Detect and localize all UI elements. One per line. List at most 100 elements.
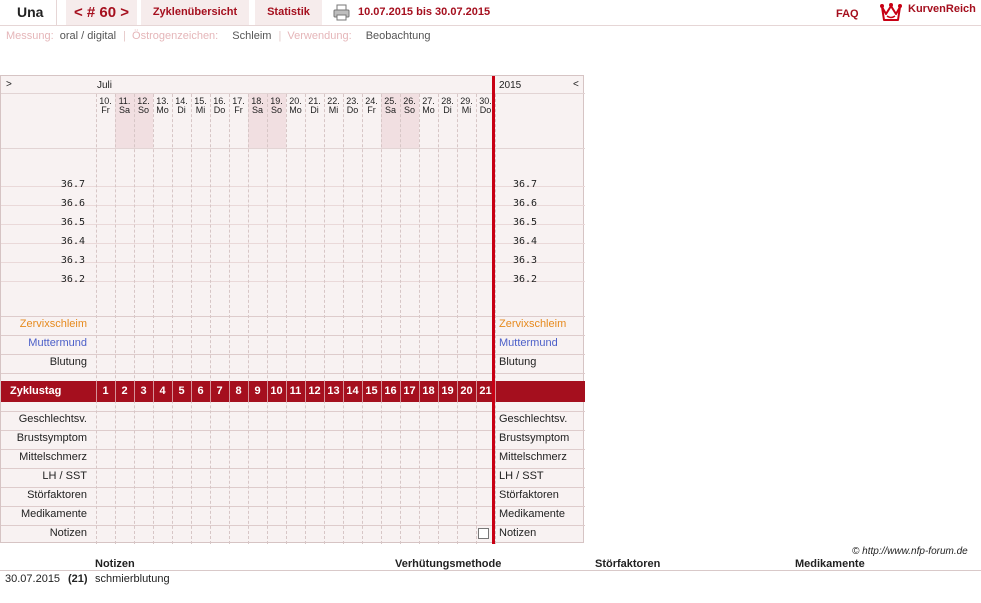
row-line [1,354,585,355]
day-label: 27. Mo [419,97,438,115]
logo-text[interactable]: KurvenReich [908,3,976,15]
row-line [1,373,585,374]
row-label-left: Störfaktoren [27,489,87,501]
day-weekday: Do [213,105,226,115]
chart-nav-right[interactable]: < [573,79,579,90]
year-label: 2015 [499,80,522,91]
day-grid-line [400,94,401,544]
zyklustag-cell: 7 [216,385,223,397]
day-grid-line [172,94,173,544]
measurement-settings: Messung: oral / digital | Östrogenzeiche… [6,30,435,42]
row-label-right: Geschlechtsv. [499,413,568,425]
column-medikamente: Medikamente [795,558,865,570]
row-label-right: Muttermund [499,337,558,349]
cycle-navigator[interactable]: < # 60 > [66,0,137,25]
day-weekday: Di [443,105,452,115]
note-cycle-day: (21) [68,573,88,585]
grid-line [1,148,585,149]
oestrogen-value: Schleim [232,30,272,42]
grid-line [1,93,585,94]
temp-grid-line [1,243,585,244]
day-label: 10. Fr [96,97,115,115]
day-label: 15. Mi [191,97,210,115]
day-weekday: Mi [328,105,339,115]
day-label: 12. So [134,97,153,115]
verwendung-label: Verwendung: [287,30,352,42]
temp-grid-line [1,186,585,187]
cycle-chart: > Juli 2015 < 10. Fr 11. Sa 12. So 13. Mo 14. Di 1… [0,75,585,544]
zyklustag-cell: 20 [460,385,473,397]
day-label: 11. Sa [115,97,134,115]
row-line [1,411,585,412]
messung-value: oral / digital [59,30,117,42]
row-label-right: Notizen [499,527,537,539]
tab-zyklenuebersicht[interactable]: Zyklenübersicht [141,0,249,25]
temp-label-left: 36.6 [60,198,85,209]
row-label-left: Medikamente [20,508,87,520]
temp-label-left: 36.2 [60,274,85,285]
row-label-right: Brustsymptom [499,432,570,444]
day-grid-line [343,94,344,544]
row-label-right: Blutung [499,356,537,368]
day-grid-line [191,94,192,544]
note-icon[interactable] [478,528,489,539]
separator: | [123,30,126,42]
day-grid-line [115,94,116,544]
temp-label-right: 36.6 [513,198,538,209]
day-weekday: Di [310,105,319,115]
row-label-right: Medikamente [499,508,566,520]
row-label-left: Muttermund [28,337,87,349]
today-line [492,76,495,544]
faq-link[interactable]: FAQ [836,8,859,20]
column-notizen: Notizen [95,558,135,570]
day-weekday: Sa [384,105,396,115]
temp-label-right: 36.4 [513,236,538,247]
verwendung-value: Beobachtung [365,30,431,42]
day-label: 26. So [400,97,419,115]
zyklustag-bar: Zyklustag 1 2 3 4 5 6 7 8 9 10 11 12 13 14 15 16 17 18 19 2… [1,381,585,402]
top-bar: Una < # 60 > Zyklenübersicht Statistik 1… [0,0,981,26]
day-weekday: So [403,105,415,115]
row-label-right: LH / SST [499,470,544,482]
row-label-left: Geschlechtsv. [18,413,87,425]
user-name: Una [0,0,57,25]
kurvenreich-logo-icon[interactable] [879,1,903,23]
day-grid-line [286,94,287,544]
day-label: 24. Fr [362,97,381,115]
temp-label-right: 36.2 [513,274,538,285]
notes-table-header: Notizen Verhütungsmethode Störfaktoren M… [0,556,981,571]
row-line [1,468,585,469]
row-line [1,335,585,336]
note-text: schmierblutung [95,573,170,585]
printer-icon[interactable] [333,4,350,21]
day-label: 17. Fr [229,97,248,115]
day-grid-line [134,94,135,544]
tab-statistik[interactable]: Statistik [255,0,322,25]
day-label: 20. Mo [286,97,305,115]
zyklustag-cell: 3 [140,385,147,397]
zyklustag-cell: 15 [365,385,378,397]
oestrogen-label: Östrogenzeichen: [132,30,219,42]
day-weekday: So [137,105,149,115]
day-label: 29. Mi [457,97,476,115]
day-weekday: Mi [461,105,472,115]
day-weekday: Sa [118,105,130,115]
chart-nav-left[interactable]: > [6,79,12,90]
day-label: 13. Mo [153,97,172,115]
day-weekday: Fr [234,105,243,115]
day-label: 25. Sa [381,97,400,115]
day-grid-line [210,94,211,544]
day-grid-line [495,94,496,544]
row-label-left: Mittelschmerz [19,451,87,463]
row-label-left: Brustsymptom [16,432,87,444]
date-range: 10.07.2015 bis 30.07.2015 [358,6,491,18]
row-label-right: Mittelschmerz [499,451,567,463]
row-line [1,506,585,507]
day-label: 23. Do [343,97,362,115]
zyklustag-label: Zyklustag [10,385,62,397]
zyklustag-cell: 17 [403,385,416,397]
day-weekday: So [270,105,282,115]
row-label-right: Zervixschleim [499,318,567,330]
row-line [1,525,585,526]
day-label: 16. Do [210,97,229,115]
